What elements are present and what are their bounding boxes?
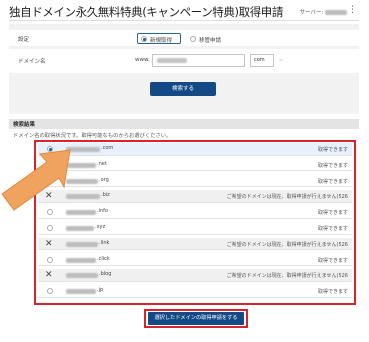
domain-tld: .net — [97, 160, 107, 167]
availability-status: 取得できます — [317, 178, 348, 185]
table-row[interactable]: .org 取得できます — [38, 175, 352, 188]
domain-prefix: www. — [135, 57, 150, 63]
table-row[interactable]: .jp 取得できます — [38, 285, 352, 298]
domain-name-redacted — [66, 273, 98, 279]
option-transfer-label: 移管申請 — [199, 37, 222, 44]
domain-tld: .com — [101, 145, 114, 151]
search-button[interactable]: 検索する — [150, 82, 216, 96]
availability-status: ご希望のドメインは現在、取得申請が行えません(526 — [226, 273, 348, 280]
radio-icon[interactable] — [47, 288, 53, 295]
domain-tld: .link — [99, 239, 110, 246]
x-icon: ✕ — [45, 238, 53, 249]
domain-name-redacted — [66, 226, 94, 231]
availability-status: ご希望のドメインは現在、取得申請が行えません(526 — [226, 241, 348, 248]
header-divider — [9, 20, 359, 21]
page-title: 独自ドメイン永久無料特典(キャンペーン特典)取得申請 — [9, 5, 283, 19]
setting-label: 設定 — [18, 37, 30, 43]
domain-name-redacted — [66, 289, 96, 295]
radio-checked-icon — [141, 36, 147, 42]
setting-row — [9, 30, 359, 46]
availability-status: 取得できます — [317, 257, 348, 264]
domain-input[interactable] — [152, 54, 245, 67]
radio-icon[interactable] — [47, 256, 53, 263]
table-row: ✕ .biz ご希望のドメインは現在、取得申請が行えません(526 — [38, 190, 352, 203]
availability-status: 取得できます — [317, 226, 348, 232]
table-row: ✕ .link ご希望のドメインは現在、取得申請が行えません(526 — [38, 237, 352, 251]
domain-name-redacted — [66, 257, 96, 263]
server-name-redacted — [325, 10, 347, 15]
domain-tld: .click — [97, 255, 110, 262]
table-row[interactable]: .click 取得できます — [38, 254, 352, 267]
domain-tld: .org — [99, 176, 109, 183]
domain-label: ドメイン名 — [18, 59, 46, 65]
apply-button[interactable]: 選択したドメインの取得申請をする — [148, 312, 244, 325]
availability-status: 取得できます — [317, 289, 348, 296]
availability-status: 取得できます — [317, 210, 348, 217]
domain-tld: .jp — [97, 287, 104, 294]
tld-select-value: com — [254, 57, 265, 63]
availability-status: 取得できます — [317, 147, 348, 153]
server-indicator: サーバー: — [299, 8, 347, 16]
option-transfer[interactable]: 移管申請 — [186, 33, 230, 44]
results-note: ドメイン名の取得状況です。取得可能なものからお選びください。 — [13, 133, 172, 139]
table-row: ✕ .blog ご希望のドメインは現在、取得申請が行えません(526 — [38, 269, 352, 282]
x-icon: ✕ — [45, 270, 53, 281]
domain-tld: .info — [97, 208, 108, 215]
chevron-down-icon: ⌵ — [279, 57, 283, 63]
table-row[interactable]: .info 取得できます — [38, 206, 352, 219]
table-row[interactable]: .xyz 取得できます — [38, 222, 352, 235]
availability-status: 取得できます — [317, 162, 348, 169]
results-header-bar — [9, 119, 359, 129]
kebab-icon[interactable]: ⋮ — [348, 6, 357, 15]
server-label: サーバー: — [299, 10, 324, 16]
arrow-icon — [1, 149, 71, 211]
domain-value-redacted — [157, 58, 187, 63]
table-row[interactable]: .net 取得できます — [38, 159, 352, 172]
results-title: 検索結果 — [13, 122, 36, 128]
radio-icon[interactable] — [47, 225, 53, 231]
radio-icon — [190, 36, 196, 42]
option-new-label: 新規取得 — [150, 37, 173, 44]
domain-tld: .biz — [101, 192, 110, 199]
tld-select[interactable]: com ⌵ — [250, 54, 283, 67]
option-new-registration[interactable]: 新規取得 — [137, 33, 181, 44]
domain-tld: .blog — [99, 271, 112, 278]
table-row[interactable]: .com 取得できます — [38, 143, 352, 156]
domain-tld: .xyz — [95, 224, 106, 230]
domain-name-redacted — [66, 241, 98, 247]
availability-status: ご希望のドメインは現在、取得申請が行えません(526 — [226, 194, 348, 201]
